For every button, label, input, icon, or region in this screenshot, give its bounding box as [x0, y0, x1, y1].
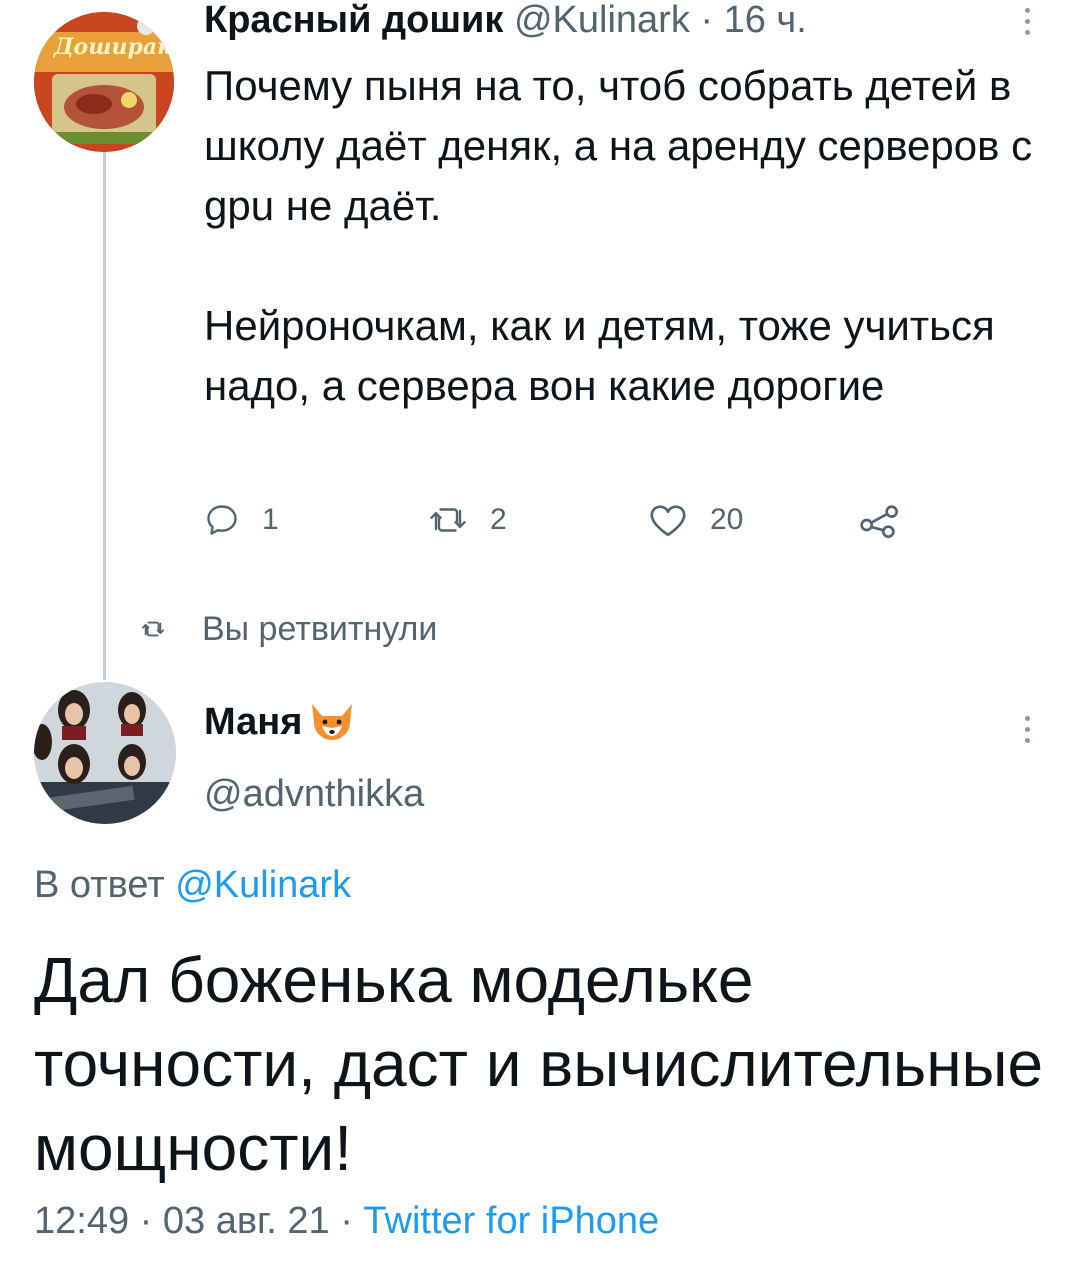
reply-handle-link[interactable]: @Kulinark [175, 864, 351, 906]
tweet1-paragraph-2: Нейроночкам, как и детям, тоже учиться н… [204, 302, 995, 409]
tweet1-text: Почему пыня на то, чтоб собрать детей в … [204, 56, 1064, 416]
avatar-image [34, 682, 176, 824]
author-name[interactable]: Красный дошик [204, 0, 503, 41]
tweet2-text: Дал боженька модельке точности, даст и в… [34, 944, 1044, 1184]
more-icon[interactable] [1023, 8, 1031, 35]
retweeted-indicator: Вы ретвитнули [140, 604, 437, 654]
tweet1-header: Красный дошик @Kulinark · 16 ч. [204, 0, 807, 40]
tweet2-author[interactable]: Маня [204, 700, 358, 744]
retweet-small-icon [142, 621, 164, 637]
meta-separator: · [129, 1200, 163, 1242]
avatar-label: Доширак [54, 34, 173, 60]
author-avatar-doshik[interactable]: Доширак [34, 12, 174, 152]
more-icon[interactable] [1023, 716, 1031, 743]
author-handle[interactable]: @advnthikka [204, 770, 424, 818]
reply-button[interactable]: 1 [204, 498, 279, 542]
avatar-image [34, 12, 174, 152]
author-handle[interactable]: @Kulinark [514, 0, 690, 41]
like-icon [650, 505, 686, 537]
share-icon [860, 505, 899, 538]
author-avatar-manya[interactable] [34, 682, 176, 824]
tweet2-meta: 12:49 · 03 авг. 21 · Twitter for iPhone [34, 1196, 659, 1246]
like-count: 20 [710, 503, 744, 536]
like-button[interactable]: 20 [648, 498, 743, 542]
tweet1-paragraph-1: Почему пыня на то, чтоб собрать детей в … [204, 62, 1033, 229]
tweet-date: 03 авг. 21 [162, 1200, 330, 1242]
author-name: Маня [204, 701, 303, 743]
retweeted-label: Вы ретвитнули [202, 609, 438, 648]
reply-icon [207, 505, 237, 535]
reply-to-line: В ответ @Kulinark [34, 860, 351, 910]
retweet-count: 2 [490, 503, 507, 536]
time-separator: · [689, 0, 724, 41]
retweet-icon [430, 508, 466, 532]
reply-count: 1 [262, 503, 279, 536]
fox-face-emoji-icon [312, 704, 353, 740]
reply-prefix: В ответ [34, 864, 176, 906]
thread-line [103, 150, 106, 680]
meta-separator: · [329, 1200, 364, 1242]
tweet-time[interactable]: 16 ч. [724, 0, 807, 41]
tweet-time: 12:49 [34, 1200, 130, 1242]
share-button[interactable] [858, 498, 902, 542]
source-link[interactable]: Twitter for iPhone [363, 1200, 659, 1242]
retweet-button[interactable]: 2 [428, 498, 507, 542]
